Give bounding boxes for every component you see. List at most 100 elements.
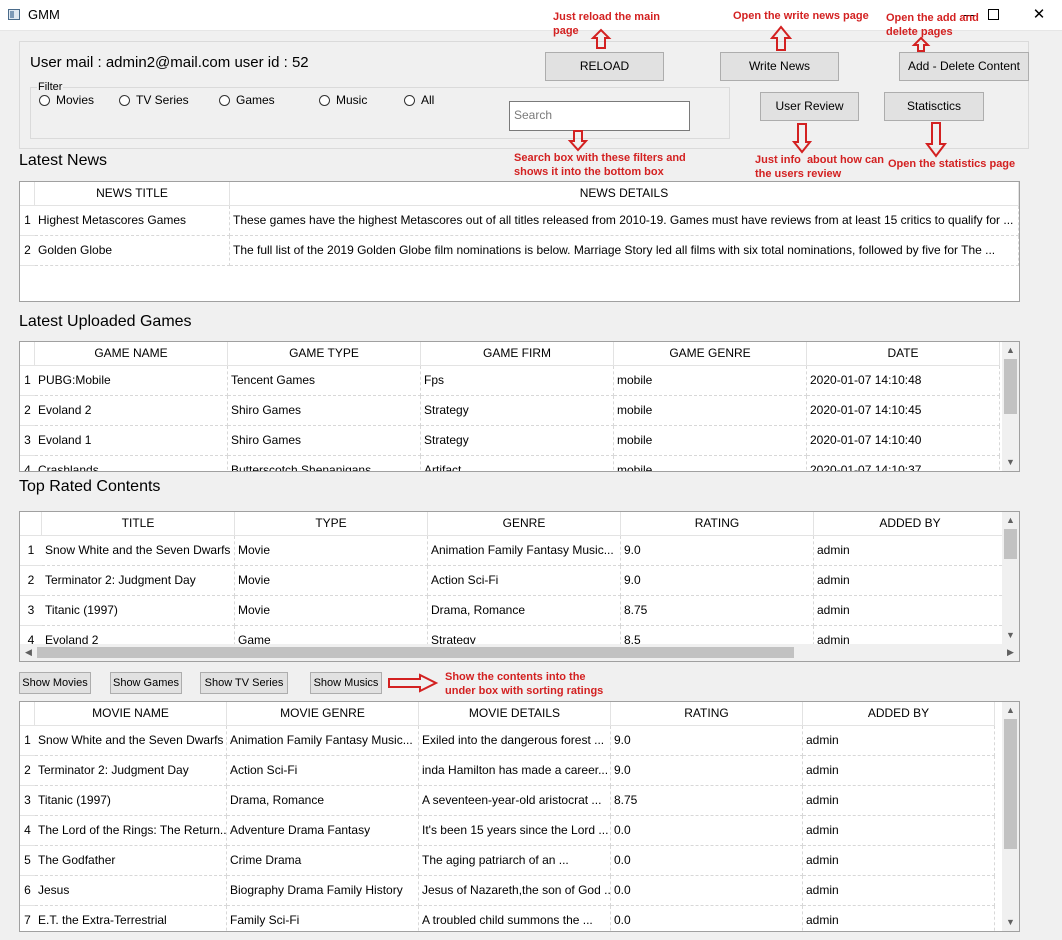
table-cell[interactable]: Movie — [235, 596, 428, 626]
table-cell[interactable]: admin — [814, 596, 1007, 626]
table-cell[interactable]: Fps — [421, 366, 614, 396]
table-cell[interactable]: Strategy — [421, 396, 614, 426]
table-cell[interactable]: admin — [803, 726, 995, 756]
scroll-up-icon[interactable]: ▲ — [1002, 702, 1019, 719]
column-header[interactable]: TYPE — [235, 512, 428, 536]
show-tv-series-button[interactable]: Show TV Series — [200, 672, 288, 694]
scrollbar-thumb[interactable] — [1004, 719, 1017, 849]
vertical-scrollbar[interactable]: ▲ ▼ — [1002, 702, 1019, 931]
movies-table[interactable]: MOVIE NAME MOVIE GENRE MOVIE DETAILS RATING… — [19, 701, 1020, 932]
table-cell[interactable]: Action Sci-Fi — [227, 756, 419, 786]
column-header[interactable]: GENRE — [428, 512, 621, 536]
table-cell[interactable]: Biography Drama Family History — [227, 876, 419, 906]
table-cell[interactable]: Artifact — [421, 456, 614, 471]
column-header[interactable]: GAME FIRM — [421, 342, 614, 366]
column-header[interactable]: GAME TYPE — [228, 342, 421, 366]
table-cell[interactable]: E.T. the Extra-Terrestrial — [35, 906, 227, 931]
table-cell[interactable]: It's been 15 years since the Lord ... — [419, 816, 611, 846]
table-cell[interactable]: 0.0 — [611, 816, 803, 846]
table-cell[interactable]: Drama, Romance — [227, 786, 419, 816]
table-cell[interactable]: Terminator 2: Judgment Day — [42, 566, 235, 596]
scroll-down-icon[interactable]: ▼ — [1002, 454, 1019, 471]
column-header[interactable]: MOVIE GENRE — [227, 702, 419, 726]
table-cell[interactable]: Action Sci-Fi — [428, 566, 621, 596]
table-cell[interactable]: A seventeen-year-old aristocrat ... — [419, 786, 611, 816]
table-cell[interactable]: admin — [803, 876, 995, 906]
column-header[interactable]: ADDED BY — [814, 512, 1007, 536]
table-cell[interactable]: The aging patriarch of an ... — [419, 846, 611, 876]
table-cell[interactable]: 9.0 — [611, 756, 803, 786]
table-cell[interactable]: mobile — [614, 456, 807, 471]
table-cell[interactable]: The Godfather — [35, 846, 227, 876]
table-cell[interactable]: Movie — [235, 536, 428, 566]
show-games-button[interactable]: Show Games — [110, 672, 182, 694]
news-table[interactable]: NEWS TITLE NEWS DETAILS 1 Highest Metascore… — [19, 181, 1020, 302]
show-musics-button[interactable]: Show Musics — [310, 672, 382, 694]
table-cell[interactable]: 9.0 — [611, 726, 803, 756]
table-cell[interactable]: Shiro Games — [228, 426, 421, 456]
table-cell[interactable]: 0.0 — [611, 876, 803, 906]
scroll-down-icon[interactable]: ▼ — [1002, 914, 1019, 931]
table-cell[interactable]: admin — [803, 816, 995, 846]
table-cell[interactable]: Highest Metascores Games — [35, 206, 230, 236]
table-cell[interactable]: 2020-01-07 14:10:45 — [807, 396, 1000, 426]
column-header[interactable]: GAME NAME — [35, 342, 228, 366]
table-cell[interactable]: The Lord of the Rings: The Return... — [35, 816, 227, 846]
table-cell[interactable]: 9.0 — [621, 566, 814, 596]
scrollbar-thumb[interactable] — [1004, 529, 1017, 559]
table-cell[interactable]: Titanic (1997) — [35, 786, 227, 816]
table-cell[interactable]: Snow White and the Seven Dwarfs — [35, 726, 227, 756]
table-cell[interactable]: The full list of the 2019 Golden Globe f… — [230, 236, 1019, 266]
table-cell[interactable]: These games have the highest Metascores … — [230, 206, 1019, 236]
table-cell[interactable]: Strategy — [421, 426, 614, 456]
table-cell[interactable]: Jesus — [35, 876, 227, 906]
table-cell[interactable]: A troubled child summons the ... — [419, 906, 611, 931]
column-header[interactable]: MOVIE NAME — [35, 702, 227, 726]
column-header[interactable]: RATING — [621, 512, 814, 536]
scroll-right-icon[interactable]: ▶ — [1002, 644, 1019, 661]
table-cell[interactable]: 2020-01-07 14:10:40 — [807, 426, 1000, 456]
table-cell[interactable]: mobile — [614, 366, 807, 396]
table-cell[interactable]: Drama, Romance — [428, 596, 621, 626]
table-cell[interactable]: 0.0 — [611, 906, 803, 931]
table-cell[interactable]: admin — [803, 846, 995, 876]
table-cell[interactable]: admin — [814, 566, 1007, 596]
column-header[interactable]: MOVIE DETAILS — [419, 702, 611, 726]
table-cell[interactable]: Tencent Games — [228, 366, 421, 396]
column-header[interactable]: NEWS TITLE — [35, 182, 230, 206]
column-header[interactable]: ADDED BY — [803, 702, 995, 726]
games-table[interactable]: GAME NAME GAME TYPE GAME FIRM GAME GENRE DAT… — [19, 341, 1020, 472]
table-cell[interactable]: 8.75 — [611, 786, 803, 816]
table-cell[interactable]: Movie — [235, 566, 428, 596]
table-cell[interactable]: Exiled into the dangerous forest ... — [419, 726, 611, 756]
scroll-left-icon[interactable]: ◀ — [20, 644, 37, 661]
table-cell[interactable]: admin — [803, 906, 995, 931]
scroll-up-icon[interactable]: ▲ — [1002, 512, 1019, 529]
column-header[interactable]: TITLE — [42, 512, 235, 536]
table-cell[interactable]: Animation Family Fantasy Music... — [428, 536, 621, 566]
table-cell[interactable]: 2020-01-07 14:10:48 — [807, 366, 1000, 396]
table-cell[interactable]: 2020-01-07 14:10:37 — [807, 456, 1000, 471]
table-cell[interactable]: mobile — [614, 426, 807, 456]
table-cell[interactable]: inda Hamilton has made a career... — [419, 756, 611, 786]
table-cell[interactable]: admin — [803, 756, 995, 786]
table-cell[interactable]: Terminator 2: Judgment Day — [35, 756, 227, 786]
table-cell[interactable]: Animation Family Fantasy Music... — [227, 726, 419, 756]
top-rated-table[interactable]: TITLE TYPE GENRE RATING ADDED BY 1 Snow White … — [19, 511, 1020, 662]
table-cell[interactable]: Evoland 2 — [35, 396, 228, 426]
column-header[interactable]: RATING — [611, 702, 803, 726]
table-cell[interactable]: admin — [803, 786, 995, 816]
horizontal-scrollbar[interactable]: ◀ ▶ — [20, 644, 1019, 661]
table-cell[interactable]: admin — [814, 536, 1007, 566]
scrollbar-thumb[interactable] — [1004, 359, 1017, 414]
table-cell[interactable]: PUBG:Mobile — [35, 366, 228, 396]
table-cell[interactable]: Evoland 1 — [35, 426, 228, 456]
table-cell[interactable]: Golden Globe — [35, 236, 230, 266]
vertical-scrollbar[interactable]: ▲ ▼ — [1002, 512, 1019, 644]
vertical-scrollbar[interactable]: ▲ ▼ — [1002, 342, 1019, 471]
scroll-up-icon[interactable]: ▲ — [1002, 342, 1019, 359]
table-cell[interactable]: Family Sci-Fi — [227, 906, 419, 931]
table-cell[interactable]: Crashlands — [35, 456, 228, 471]
column-header[interactable]: GAME GENRE — [614, 342, 807, 366]
table-cell[interactable]: mobile — [614, 396, 807, 426]
